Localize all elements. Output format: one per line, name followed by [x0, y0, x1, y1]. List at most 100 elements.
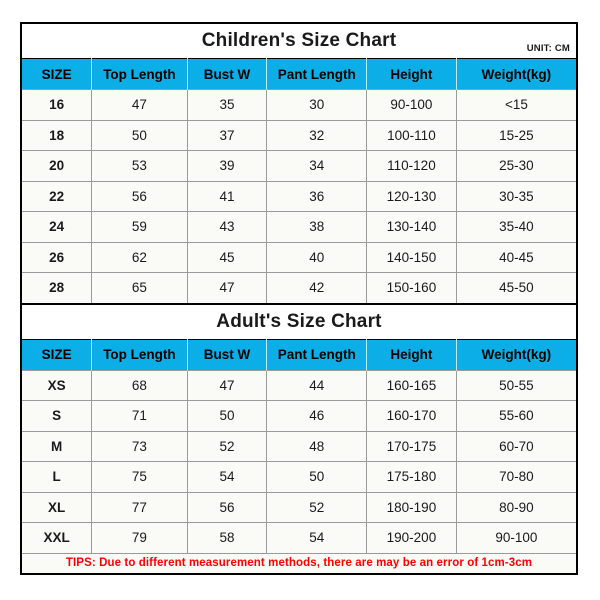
- cell-weight: 80-90: [455, 491, 576, 523]
- cell-pant-length: 38: [266, 211, 368, 243]
- cell-weight: 50-55: [455, 369, 576, 401]
- adult-col-height: Height: [366, 338, 457, 370]
- table-row: XXL 79 58 54 190-200 90-100: [22, 522, 576, 553]
- cell-weight: 35-40: [455, 211, 576, 243]
- table-row: 28 65 47 42 150-160 45-50: [22, 272, 576, 304]
- adult-header-row: SIZE Top Length Bust W Pant Length Heigh…: [22, 338, 576, 370]
- cell-top-length: 75: [91, 461, 188, 493]
- table-row: 20 53 39 34 110-120 25-30: [22, 150, 576, 182]
- cell-bust-w: 39: [186, 150, 268, 182]
- tips-footer: TIPS: Due to different measurement metho…: [22, 552, 576, 573]
- cell-top-length: 47: [91, 89, 188, 121]
- cell-top-length: 59: [91, 211, 188, 243]
- cell-pant-length: 32: [266, 119, 368, 151]
- cell-weight: 15-25: [455, 119, 576, 151]
- adult-chart-title: Adult's Size Chart: [216, 310, 382, 332]
- cell-height: 100-110: [366, 119, 457, 151]
- cell-height: 90-100: [366, 89, 457, 121]
- cell-bust-w: 56: [186, 491, 268, 523]
- children-col-bust: Bust W: [186, 58, 268, 90]
- cell-height: 170-175: [366, 430, 457, 462]
- cell-weight: 55-60: [455, 400, 576, 432]
- cell-bust-w: 54: [186, 461, 268, 493]
- cell-top-length: 79: [91, 522, 188, 553]
- table-row: XL 77 56 52 180-190 80-90: [22, 491, 576, 523]
- adult-col-weight: Weight(kg): [455, 338, 576, 370]
- cell-pant-length: 52: [266, 491, 368, 523]
- cell-top-length: 53: [91, 150, 188, 182]
- adult-col-size: SIZE: [22, 338, 93, 370]
- cell-pant-length: 54: [266, 522, 368, 553]
- children-size-table: Children's Size Chart UNIT: CM SIZE Top …: [22, 24, 576, 306]
- cell-pant-length: 44: [266, 369, 368, 401]
- cell-height: 140-150: [366, 241, 457, 273]
- cell-size: 20: [22, 150, 93, 182]
- cell-weight: 45-50: [455, 272, 576, 304]
- cell-size: XL: [22, 491, 93, 523]
- cell-pant-length: 30: [266, 89, 368, 121]
- cell-bust-w: 37: [186, 119, 268, 151]
- cell-size: 22: [22, 180, 93, 212]
- children-col-top: Top Length: [91, 58, 188, 90]
- children-title-cell: Children's Size Chart UNIT: CM: [22, 24, 576, 59]
- cell-pant-length: 48: [266, 430, 368, 462]
- table-row: 26 62 45 40 140-150 40-45: [22, 241, 576, 273]
- cell-size: 18: [22, 119, 93, 151]
- cell-bust-w: 58: [186, 522, 268, 553]
- cell-pant-length: 42: [266, 272, 368, 304]
- cell-size: 28: [22, 272, 93, 304]
- cell-bust-w: 41: [186, 180, 268, 212]
- cell-size: 26: [22, 241, 93, 273]
- children-col-height: Height: [366, 58, 457, 90]
- cell-size: S: [22, 400, 93, 432]
- table-row: M 73 52 48 170-175 60-70: [22, 430, 576, 462]
- adult-title-row: Adult's Size Chart: [22, 304, 576, 339]
- adult-col-top: Top Length: [91, 338, 188, 370]
- cell-pant-length: 36: [266, 180, 368, 212]
- cell-height: 160-165: [366, 369, 457, 401]
- cell-height: 110-120: [366, 150, 457, 182]
- cell-bust-w: 50: [186, 400, 268, 432]
- children-title-band: Children's Size Chart UNIT: CM: [22, 24, 576, 58]
- cell-weight: 30-35: [455, 180, 576, 212]
- cell-top-length: 73: [91, 430, 188, 462]
- children-title-row: Children's Size Chart UNIT: CM: [22, 24, 576, 59]
- cell-top-length: 68: [91, 369, 188, 401]
- cell-weight: <15: [455, 89, 576, 121]
- table-row: S 71 50 46 160-170 55-60: [22, 400, 576, 432]
- adult-size-table: Adult's Size Chart SIZE Top Length Bust …: [22, 304, 576, 553]
- cell-bust-w: 43: [186, 211, 268, 243]
- cell-bust-w: 35: [186, 89, 268, 121]
- cell-size: M: [22, 430, 93, 462]
- adult-title-cell: Adult's Size Chart: [22, 304, 576, 339]
- cell-pant-length: 50: [266, 461, 368, 493]
- cell-height: 180-190: [366, 491, 457, 523]
- cell-top-length: 50: [91, 119, 188, 151]
- cell-bust-w: 47: [186, 369, 268, 401]
- cell-top-length: 65: [91, 272, 188, 304]
- size-chart-container: Children's Size Chart UNIT: CM SIZE Top …: [20, 22, 578, 575]
- cell-bust-w: 52: [186, 430, 268, 462]
- cell-size: 24: [22, 211, 93, 243]
- cell-size: 16: [22, 89, 93, 121]
- cell-height: 130-140: [366, 211, 457, 243]
- table-row: L 75 54 50 175-180 70-80: [22, 461, 576, 493]
- cell-weight: 90-100: [455, 522, 576, 553]
- cell-height: 175-180: [366, 461, 457, 493]
- cell-weight: 70-80: [455, 461, 576, 493]
- adult-col-pant: Pant Length: [266, 338, 368, 370]
- children-col-weight: Weight(kg): [455, 58, 576, 90]
- adult-col-bust: Bust W: [186, 338, 268, 370]
- cell-weight: 60-70: [455, 430, 576, 462]
- cell-bust-w: 45: [186, 241, 268, 273]
- cell-pant-length: 46: [266, 400, 368, 432]
- cell-pant-length: 34: [266, 150, 368, 182]
- children-header-row: SIZE Top Length Bust W Pant Length Heigh…: [22, 58, 576, 90]
- cell-size: L: [22, 461, 93, 493]
- cell-height: 190-200: [366, 522, 457, 553]
- cell-height: 120-130: [366, 180, 457, 212]
- cell-size: XS: [22, 369, 93, 401]
- table-row: 22 56 41 36 120-130 30-35: [22, 180, 576, 212]
- unit-label: UNIT: CM: [526, 43, 570, 54]
- table-row: 16 47 35 30 90-100 <15: [22, 89, 576, 121]
